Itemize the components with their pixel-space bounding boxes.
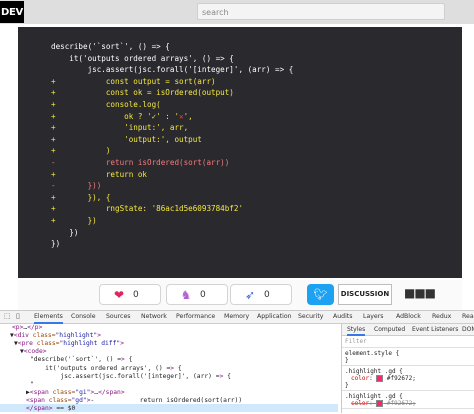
bookmark-count: 0 xyxy=(264,290,270,300)
styles-tab-event-listeners[interactable]: Event Listeners xyxy=(412,325,458,334)
code-line: + 'input:', arr, xyxy=(51,122,462,134)
code-text: 'output:', output xyxy=(51,134,202,144)
dom-node-line[interactable]: </span> == $0 xyxy=(26,405,75,414)
styles-tab-bar: Styles Computed Event Listeners DOM xyxy=(342,324,474,336)
device-toggle-icon[interactable]: ▯ xyxy=(16,312,20,320)
styles-tab-computed[interactable]: Computed xyxy=(374,325,405,334)
devtools-tab-memory[interactable]: Memory xyxy=(224,312,249,322)
devtools-tab-layers[interactable]: Layers xyxy=(363,312,383,322)
discussion-button[interactable]: DISCUSSION xyxy=(338,284,392,305)
css-rule-close: } xyxy=(345,357,349,364)
code-line: + const output = sort(arr) xyxy=(51,76,462,88)
code-line: + ) xyxy=(51,145,462,157)
code-line: + 'output:', output xyxy=(51,134,462,146)
code-line: + }) xyxy=(51,215,462,227)
search-input[interactable]: search xyxy=(197,3,445,20)
code-line: }) xyxy=(51,227,462,239)
css-declaration[interactable]: color: #f92672; xyxy=(351,375,416,382)
code-line: it('outputs ordered arrays', () => { xyxy=(51,53,462,65)
elements-tree: <p>…</p> ▼<div class="highlight"> ▼<pre cl… xyxy=(0,324,338,413)
code-line: + const ok = isOrdered(output) xyxy=(51,87,462,99)
code-line: + rngState: '86ac1d5e6093784bf2' xyxy=(51,203,462,215)
heart-icon: ❤ xyxy=(113,288,125,302)
twitter-share-button[interactable]: 🐦︎ xyxy=(307,284,334,305)
unicorn-icon: ♞ xyxy=(180,288,192,302)
devtools-tab-adblock[interactable]: AdBlock xyxy=(396,312,421,322)
color-swatch[interactable] xyxy=(376,375,384,382)
styles-tab-dom[interactable]: DOM xyxy=(462,325,474,334)
code-text: }), { xyxy=(51,192,111,202)
devtools-tab-redux[interactable]: Redux xyxy=(432,312,451,322)
code-text: ) xyxy=(51,146,111,156)
styles-tab-styles[interactable]: Styles xyxy=(347,325,366,336)
dom-node-line[interactable]: jsc.assert(jsc.forall('[integer]', (arr)… xyxy=(30,373,231,382)
color-swatch[interactable] xyxy=(376,400,384,407)
code-text: ok ? '✓' : '✕', xyxy=(51,111,193,121)
like-count: 0 xyxy=(133,290,139,300)
unicorn-count: 0 xyxy=(200,290,206,300)
code-text: const ok = isOrdered(output) xyxy=(51,88,234,98)
code-text: return ok xyxy=(51,169,148,179)
code-text: describe('`sort`', () => { xyxy=(51,42,170,51)
code-text: const output = sort(arr) xyxy=(51,76,216,86)
code-text: 'input:', arr, xyxy=(51,123,189,133)
twitter-icon: 🐦︎ xyxy=(313,288,328,301)
rocket-icon: ➶ xyxy=(244,288,256,302)
code-text: it('outputs ordered arrays', () => { xyxy=(51,53,234,63)
code-block: describe('`sort`', () => { it('outputs o… xyxy=(18,27,462,278)
unicorn-button[interactable]: ♞ 0 xyxy=(166,284,228,305)
code-line: + return ok xyxy=(51,169,462,181)
devtools-tab-react[interactable]: React xyxy=(462,312,474,322)
code-line: describe('`sort`', () => { xyxy=(51,41,462,53)
css-selector[interactable]: element.style { xyxy=(345,350,399,357)
css-selector[interactable]: .highlight .gd { xyxy=(345,393,403,400)
css-rule-close: } xyxy=(345,382,349,389)
devtools-tab-network[interactable]: Network xyxy=(141,312,167,322)
top-bar: DEV search xyxy=(0,0,474,24)
like-button[interactable]: ❤ 0 xyxy=(99,284,161,305)
code-line: jsc.assert(jsc.forall('[integer]', (arr)… xyxy=(51,64,462,76)
styles-filter-input[interactable]: Filter xyxy=(345,338,367,345)
bookmark-button[interactable]: ➶ 0 xyxy=(230,284,292,305)
code-line: - return isOrdered(sort(arr)) xyxy=(51,157,462,169)
code-text: }) xyxy=(51,239,61,249)
code-text: console.log( xyxy=(51,99,161,109)
code-text: jsc.assert(jsc.forall('[integer]', (arr)… xyxy=(51,65,294,75)
devtools-tab-performance[interactable]: Performance xyxy=(176,312,215,322)
css-declaration[interactable]: color: #f92672; xyxy=(351,400,416,407)
devtools-tab-application[interactable]: Application xyxy=(257,312,292,322)
devtools-tab-console[interactable]: Console xyxy=(71,312,96,322)
devtools-tab-sources[interactable]: Sources xyxy=(106,312,130,322)
code-line: + }), { xyxy=(51,192,462,204)
reactions-bar: ❤ 0 ♞ 0 ➶ 0 🐦︎ DISCUSSION ■■■ xyxy=(18,280,462,310)
code-line: - })) xyxy=(51,180,462,192)
devtools-tab-audits[interactable]: Audits xyxy=(333,312,352,322)
code-text: }) xyxy=(51,215,97,225)
css-selector[interactable]: .highlight .gd { xyxy=(345,368,403,375)
code-line: + console.log( xyxy=(51,99,462,111)
code-text: rngState: '86ac1d5e6093784bf2' xyxy=(51,204,244,214)
code-text: return isOrdered(sort(arr)) xyxy=(51,157,230,167)
devtools-panel: ⬚ ▯ Elements Console Sources Network Perform… xyxy=(0,310,474,413)
devtools-tab-security[interactable]: Security xyxy=(298,312,323,322)
devtools-tab-bar: ⬚ ▯ Elements Console Sources Network Perform… xyxy=(0,311,474,324)
more-options-button[interactable]: ■■■ xyxy=(404,286,436,300)
code-line: + ok ? '✓' : '✕', xyxy=(51,111,462,123)
inspect-icon[interactable]: ⬚ xyxy=(4,312,11,320)
code-text: }) xyxy=(51,227,79,237)
styles-pane: Styles Computed Event Listeners DOM Filter … xyxy=(341,324,474,413)
code-line: }) xyxy=(51,238,462,250)
devtools-tab-elements[interactable]: Elements xyxy=(34,312,63,324)
dev-logo[interactable]: DEV xyxy=(0,1,24,23)
code-text: })) xyxy=(51,181,102,191)
